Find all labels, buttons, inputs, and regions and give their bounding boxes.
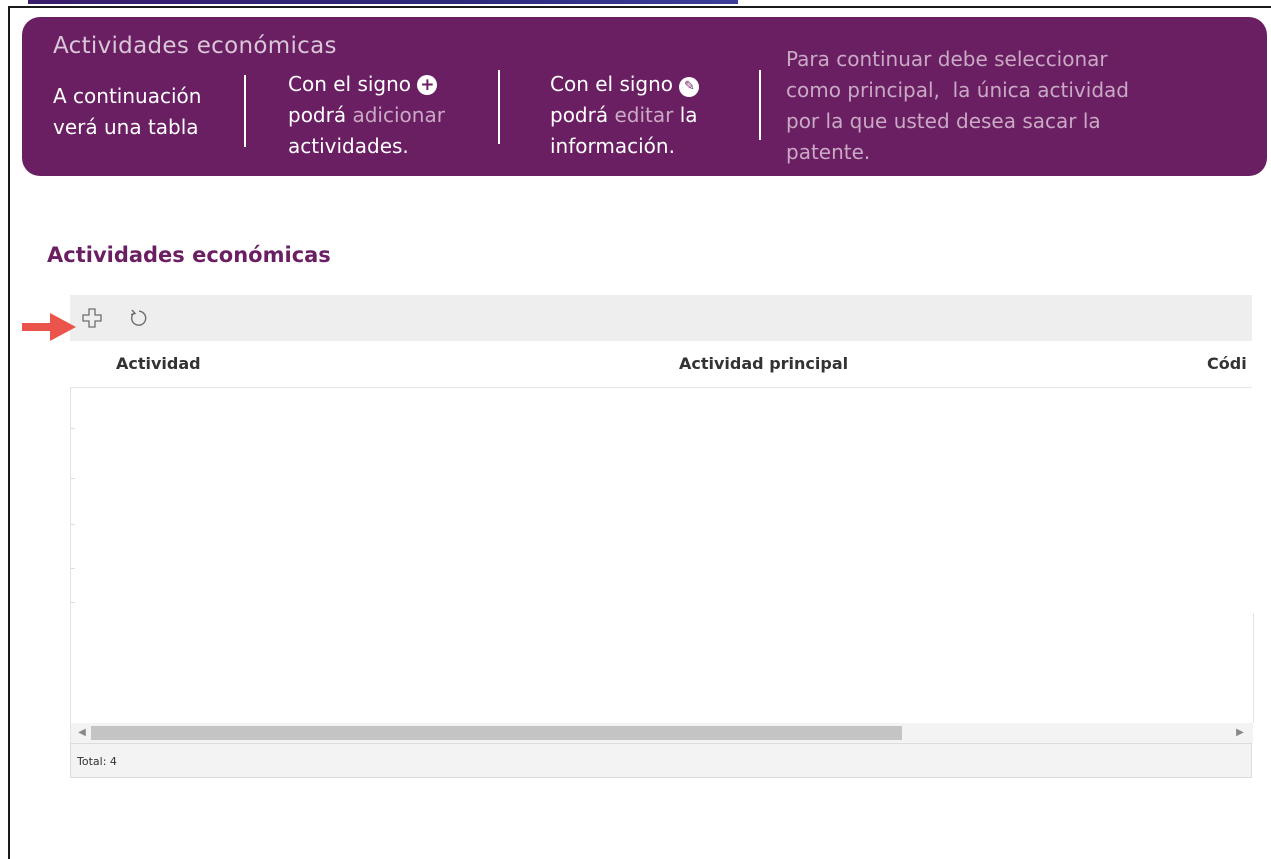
banner-col3-line3: información. xyxy=(550,134,675,158)
banner-col4-line1: Para continuar debe seleccionar xyxy=(786,47,1108,71)
red-arrow-pointer xyxy=(22,313,76,341)
scroll-right-icon[interactable]: ▶ xyxy=(1231,723,1249,743)
banner-title: Actividades económicas xyxy=(53,33,337,59)
column-header-actividad[interactable]: Actividad xyxy=(116,354,201,373)
column-header-actividad-principal[interactable]: Actividad principal xyxy=(679,354,848,373)
banner-divider xyxy=(498,70,500,144)
scrollbar-thumb[interactable] xyxy=(91,726,902,740)
grid-toolbar xyxy=(70,295,1252,341)
horizontal-scrollbar[interactable]: ◀ ▶ xyxy=(70,723,1253,743)
table-body xyxy=(70,388,1254,723)
row-divider xyxy=(71,524,75,525)
banner-col1-line1: A continuación xyxy=(53,84,202,108)
table-header: Actividad Actividad principal Códi xyxy=(70,341,1252,388)
pencil-circle-icon: ✎ xyxy=(679,77,700,97)
add-activity-button[interactable] xyxy=(79,305,105,331)
row-divider xyxy=(71,568,75,569)
banner-col3-editar: editar xyxy=(614,103,674,127)
plus-circle-icon: + xyxy=(417,75,438,95)
column-header-codigo[interactable]: Códi xyxy=(1207,354,1247,373)
section-title: Actividades económicas xyxy=(47,243,331,267)
banner-divider xyxy=(244,75,246,147)
banner-col3-la: la xyxy=(679,103,698,127)
table-footer: Total: 4 xyxy=(70,743,1252,778)
plus-icon xyxy=(82,308,102,328)
banner-col4-line3: por la que usted desea sacar la xyxy=(786,109,1101,133)
banner-col2-line1: Con el signo xyxy=(288,72,412,96)
table-right-border xyxy=(1253,613,1254,723)
row-divider xyxy=(71,478,75,479)
row-divider xyxy=(71,428,75,429)
banner-col-edit-info: Con el signo ✎ podrá editar la informaci… xyxy=(550,69,700,162)
row-divider xyxy=(71,602,75,603)
banner-col-principal-info: Para continuar debe seleccionar como pri… xyxy=(786,44,1246,168)
banner-col3-line1: Con el signo xyxy=(550,72,674,96)
info-banner: Actividades económicas A continuación ve… xyxy=(22,17,1267,176)
banner-col4-line2: como principal, la única actividad xyxy=(786,78,1129,102)
banner-col2-adicionar: adicionar xyxy=(352,103,445,127)
banner-col-table-info: A continuación verá una tabla xyxy=(53,81,201,143)
banner-divider xyxy=(759,70,761,140)
banner-col1-line2: verá una tabla xyxy=(53,115,199,139)
refresh-icon xyxy=(130,309,147,326)
banner-col2-podra: podrá xyxy=(288,103,347,127)
banner-col3-podra: podrá xyxy=(550,103,609,127)
top-accent-bar xyxy=(28,0,738,4)
scroll-left-icon[interactable]: ◀ xyxy=(73,723,91,743)
banner-col4-line4: patente. xyxy=(786,140,871,164)
refresh-button[interactable] xyxy=(125,305,151,331)
banner-col-add-info: Con el signo + podrá adicionar actividad… xyxy=(288,69,445,162)
banner-col2-line3: actividades. xyxy=(288,134,409,158)
total-count: Total: 4 xyxy=(77,755,117,768)
